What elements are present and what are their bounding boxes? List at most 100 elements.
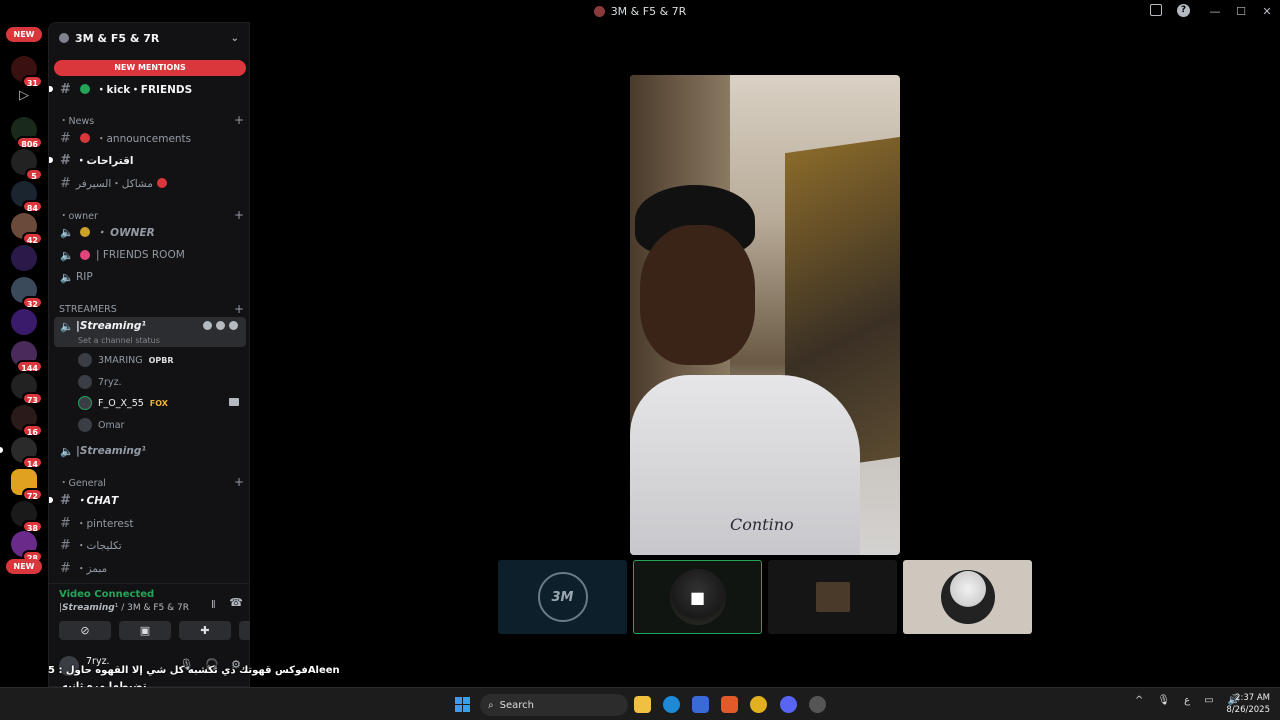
- category-owner[interactable]: ・owner +: [59, 208, 244, 222]
- channel-chat[interactable]: # ・𝘾𝙃𝘼𝙏: [49, 490, 246, 510]
- minimize-button[interactable]: —: [1202, 0, 1228, 22]
- server-list: NEW 31 ▷ 806 5 84 42 32 144 73 16 14 72 …: [0, 22, 48, 687]
- invite-icon[interactable]: [216, 321, 225, 330]
- server-icon-8[interactable]: 144: [11, 341, 43, 373]
- taskbar-clock[interactable]: 2:37 AM 8/26/2025: [1226, 692, 1270, 716]
- voice-user[interactable]: Omar: [78, 416, 124, 434]
- participant-tile-speaking[interactable]: ■: [633, 560, 762, 634]
- server-icon-12[interactable]: 72: [11, 469, 43, 501]
- focused-video-tile[interactable]: Contino: [630, 75, 900, 555]
- server-icon-streamers[interactable]: [11, 245, 37, 271]
- server-icon-1[interactable]: 31: [11, 56, 43, 88]
- help-icon[interactable]: ?: [1177, 4, 1190, 17]
- camera-off-button[interactable]: ⊘: [59, 621, 111, 640]
- screen-share-button[interactable]: ▣: [119, 621, 171, 640]
- channel-label: ・تكليجات: [76, 539, 122, 552]
- discord-icon[interactable]: [780, 696, 797, 713]
- video-stage: Contino 3M ■: [250, 22, 1280, 687]
- participant-tile[interactable]: 3M: [498, 560, 627, 634]
- settings-icon[interactable]: [229, 321, 238, 330]
- inbox-icon[interactable]: [1150, 4, 1162, 16]
- server-icon-11[interactable]: 14: [0, 437, 43, 469]
- channel-announcements[interactable]: # ・announcements: [54, 128, 246, 148]
- voice-user[interactable]: 7ryz.: [78, 373, 122, 391]
- category-news[interactable]: ・News +: [59, 113, 244, 127]
- voice-status[interactable]: Video Connected: [59, 589, 154, 600]
- avatar: [78, 375, 92, 389]
- add-channel-icon[interactable]: +: [234, 113, 244, 127]
- brave-icon[interactable]: [721, 696, 738, 713]
- clock-time: 2:37 AM: [1235, 693, 1270, 703]
- server-icon-9[interactable]: 73: [11, 373, 43, 405]
- channel-suggestions[interactable]: # ・اقتراحات: [49, 150, 246, 170]
- participant-tile[interactable]: [903, 560, 1032, 634]
- channel-talk[interactable]: # ・تكليجات: [54, 535, 246, 555]
- microphone-icon[interactable]: 🎙: [1157, 695, 1170, 706]
- hash-icon: #: [60, 515, 71, 531]
- add-channel-icon[interactable]: +: [234, 208, 244, 222]
- network-icon[interactable]: ▭: [1204, 695, 1213, 706]
- app-icon[interactable]: [809, 696, 826, 713]
- server-icon-4[interactable]: 84: [11, 181, 43, 213]
- channel-mix[interactable]: # ・مبمز: [54, 558, 246, 578]
- channel-problems[interactable]: # مشاكل・السيرفر: [54, 173, 246, 193]
- chevron-down-icon: ⌄: [230, 32, 239, 44]
- maximize-button[interactable]: ☐: [1228, 0, 1254, 22]
- voice-user[interactable]: 3MARING OPBR: [78, 351, 174, 369]
- discover-icon[interactable]: ▷: [11, 83, 37, 109]
- voice-rip[interactable]: 🔈 RIP: [54, 267, 246, 287]
- channel-status-hint[interactable]: Set a channel status: [78, 336, 160, 345]
- new-pill-bottom[interactable]: NEW: [6, 559, 42, 574]
- server-icon-3[interactable]: 5: [11, 149, 43, 181]
- taskbar-search[interactable]: ⌕ Search: [480, 694, 628, 716]
- edge-icon[interactable]: [663, 696, 680, 713]
- voice-user-speaking[interactable]: F_O_X_55 FOX: [78, 394, 168, 412]
- participant-tile[interactable]: [768, 560, 897, 634]
- server-icon-2[interactable]: 806: [11, 117, 43, 149]
- voice-channel-path[interactable]: |𝙎𝙩𝙧𝙚𝙖𝙢𝙞𝙣𝙜¹ / 3M & F5 & 7R: [59, 603, 189, 613]
- channel-kick[interactable]: # ・kick・FRIENDS: [49, 79, 246, 99]
- channel-label: ・اقتراحات: [76, 154, 134, 167]
- server-icon-10[interactable]: 16: [11, 405, 43, 437]
- voice-owner[interactable]: 🔈 ・ OWNER: [54, 222, 246, 242]
- server-icon-7[interactable]: [11, 309, 37, 335]
- chrome-icon[interactable]: [750, 696, 767, 713]
- new-mentions-bar[interactable]: NEW MENTIONS: [54, 60, 246, 76]
- server-icon-13[interactable]: 38: [11, 501, 43, 533]
- voice-streaming-2[interactable]: 🔈 |𝙎𝙩𝙧𝙚𝙖𝙢𝙞𝙣𝙜¹: [54, 441, 246, 461]
- video-person-face: [640, 225, 755, 365]
- windows-start-icon[interactable]: [455, 697, 470, 712]
- add-channel-icon[interactable]: +: [234, 475, 244, 489]
- channel-label: |𝙎𝙩𝙧𝙚𝙖𝙢𝙞𝙣𝙜¹: [76, 445, 146, 457]
- search-icon: ⌕: [488, 699, 494, 711]
- store-icon[interactable]: [692, 696, 709, 713]
- noise-suppression-icon[interactable]: 𝍪: [212, 596, 216, 615]
- clock-date: 8/26/2025: [1226, 705, 1270, 715]
- server-header[interactable]: 3M & F5 & 7R ⌄: [49, 23, 249, 53]
- channel-pinterest[interactable]: # ・pinterest: [54, 513, 246, 533]
- chat-icon[interactable]: [203, 321, 212, 330]
- disconnect-icon[interactable]: ☎: [229, 596, 243, 615]
- category-streamers[interactable]: STREAMERS +: [59, 302, 244, 316]
- mention-badge: 16: [21, 424, 43, 437]
- channel-label: RIP: [76, 271, 93, 283]
- activity-button[interactable]: ✚: [179, 621, 231, 640]
- file-explorer-icon[interactable]: [634, 696, 651, 713]
- trident-icon: [80, 227, 90, 237]
- language-indicator[interactable]: ع: [1184, 695, 1190, 706]
- tray-chevron-icon[interactable]: ^: [1135, 695, 1143, 706]
- channel-label: |𝙎𝙩𝙧𝙚𝙖𝙢𝙞𝙣𝙜¹: [76, 320, 146, 332]
- new-pill-top[interactable]: NEW: [6, 27, 42, 42]
- search-label: Search: [499, 699, 534, 711]
- video-camera-icon: ■: [669, 569, 726, 625]
- server-icon-5[interactable]: 42: [11, 213, 43, 245]
- add-channel-icon[interactable]: +: [234, 302, 244, 316]
- close-button[interactable]: ✕: [1254, 0, 1280, 22]
- server-icon-6[interactable]: 32: [11, 277, 43, 309]
- hash-icon: #: [60, 560, 71, 576]
- channel-label: ・𝘾𝙃𝘼𝙏: [76, 494, 119, 507]
- server-icon-14[interactable]: 28: [11, 531, 43, 563]
- voice-friends-room[interactable]: 🔈 | FRIENDS ROOM: [54, 245, 246, 265]
- category-general[interactable]: ・General +: [59, 475, 244, 489]
- avatar: [78, 418, 92, 432]
